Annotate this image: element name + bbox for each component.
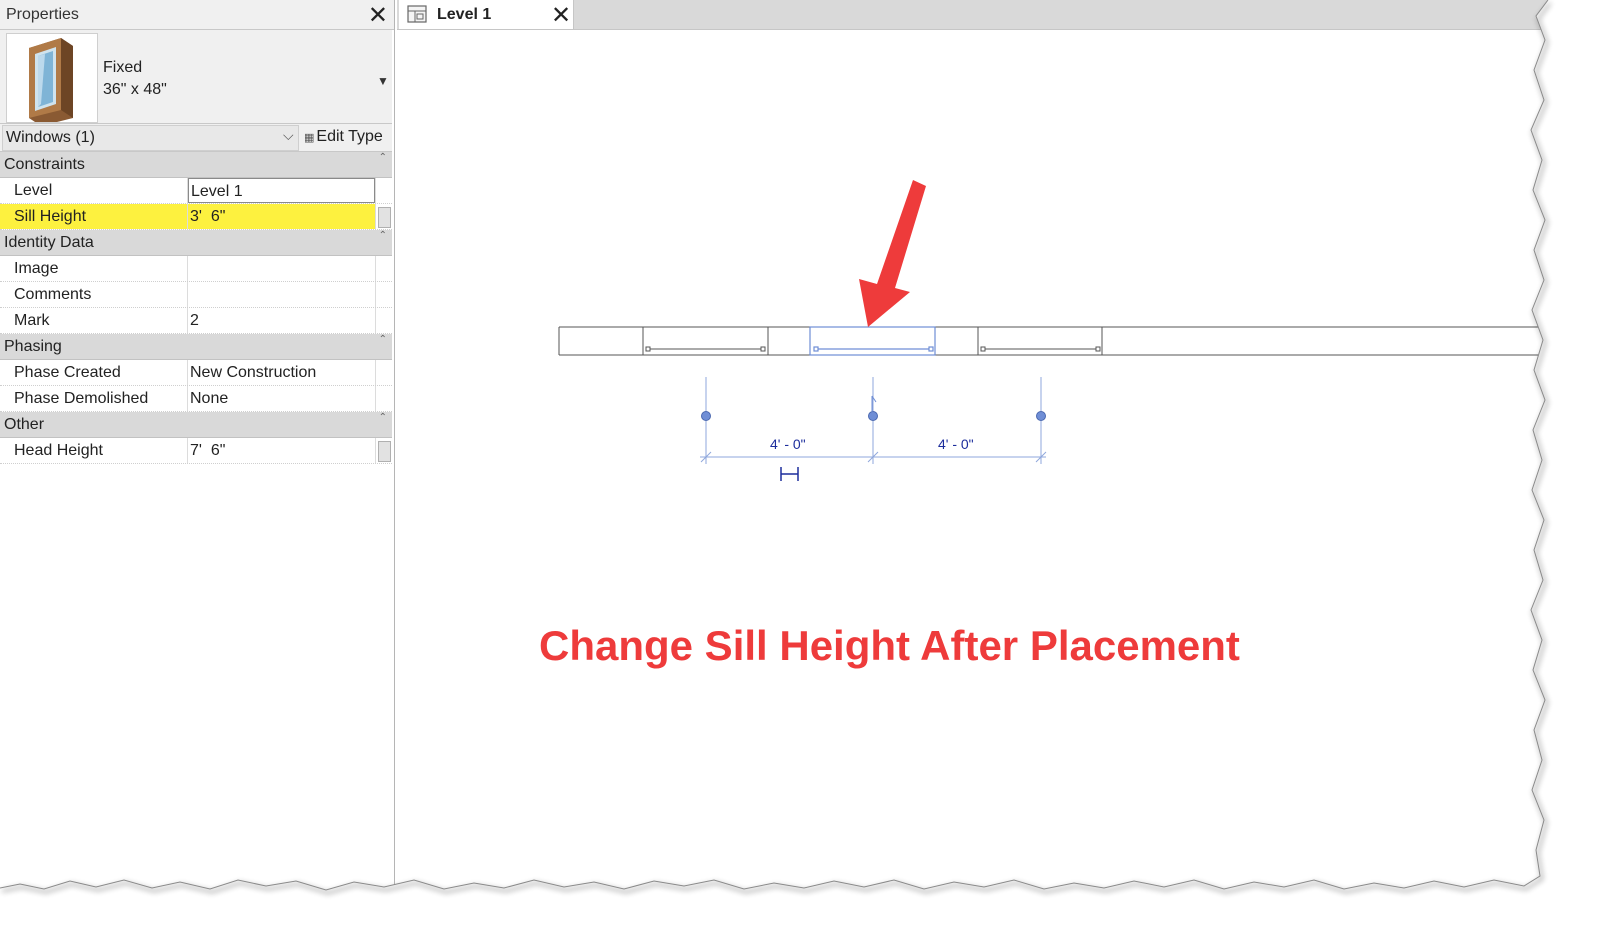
revit-window: Properties ✕ Fixed 36" x 48" ▼ Windows (… — [0, 0, 1600, 934]
torn-edge-decoration — [0, 0, 1600, 934]
